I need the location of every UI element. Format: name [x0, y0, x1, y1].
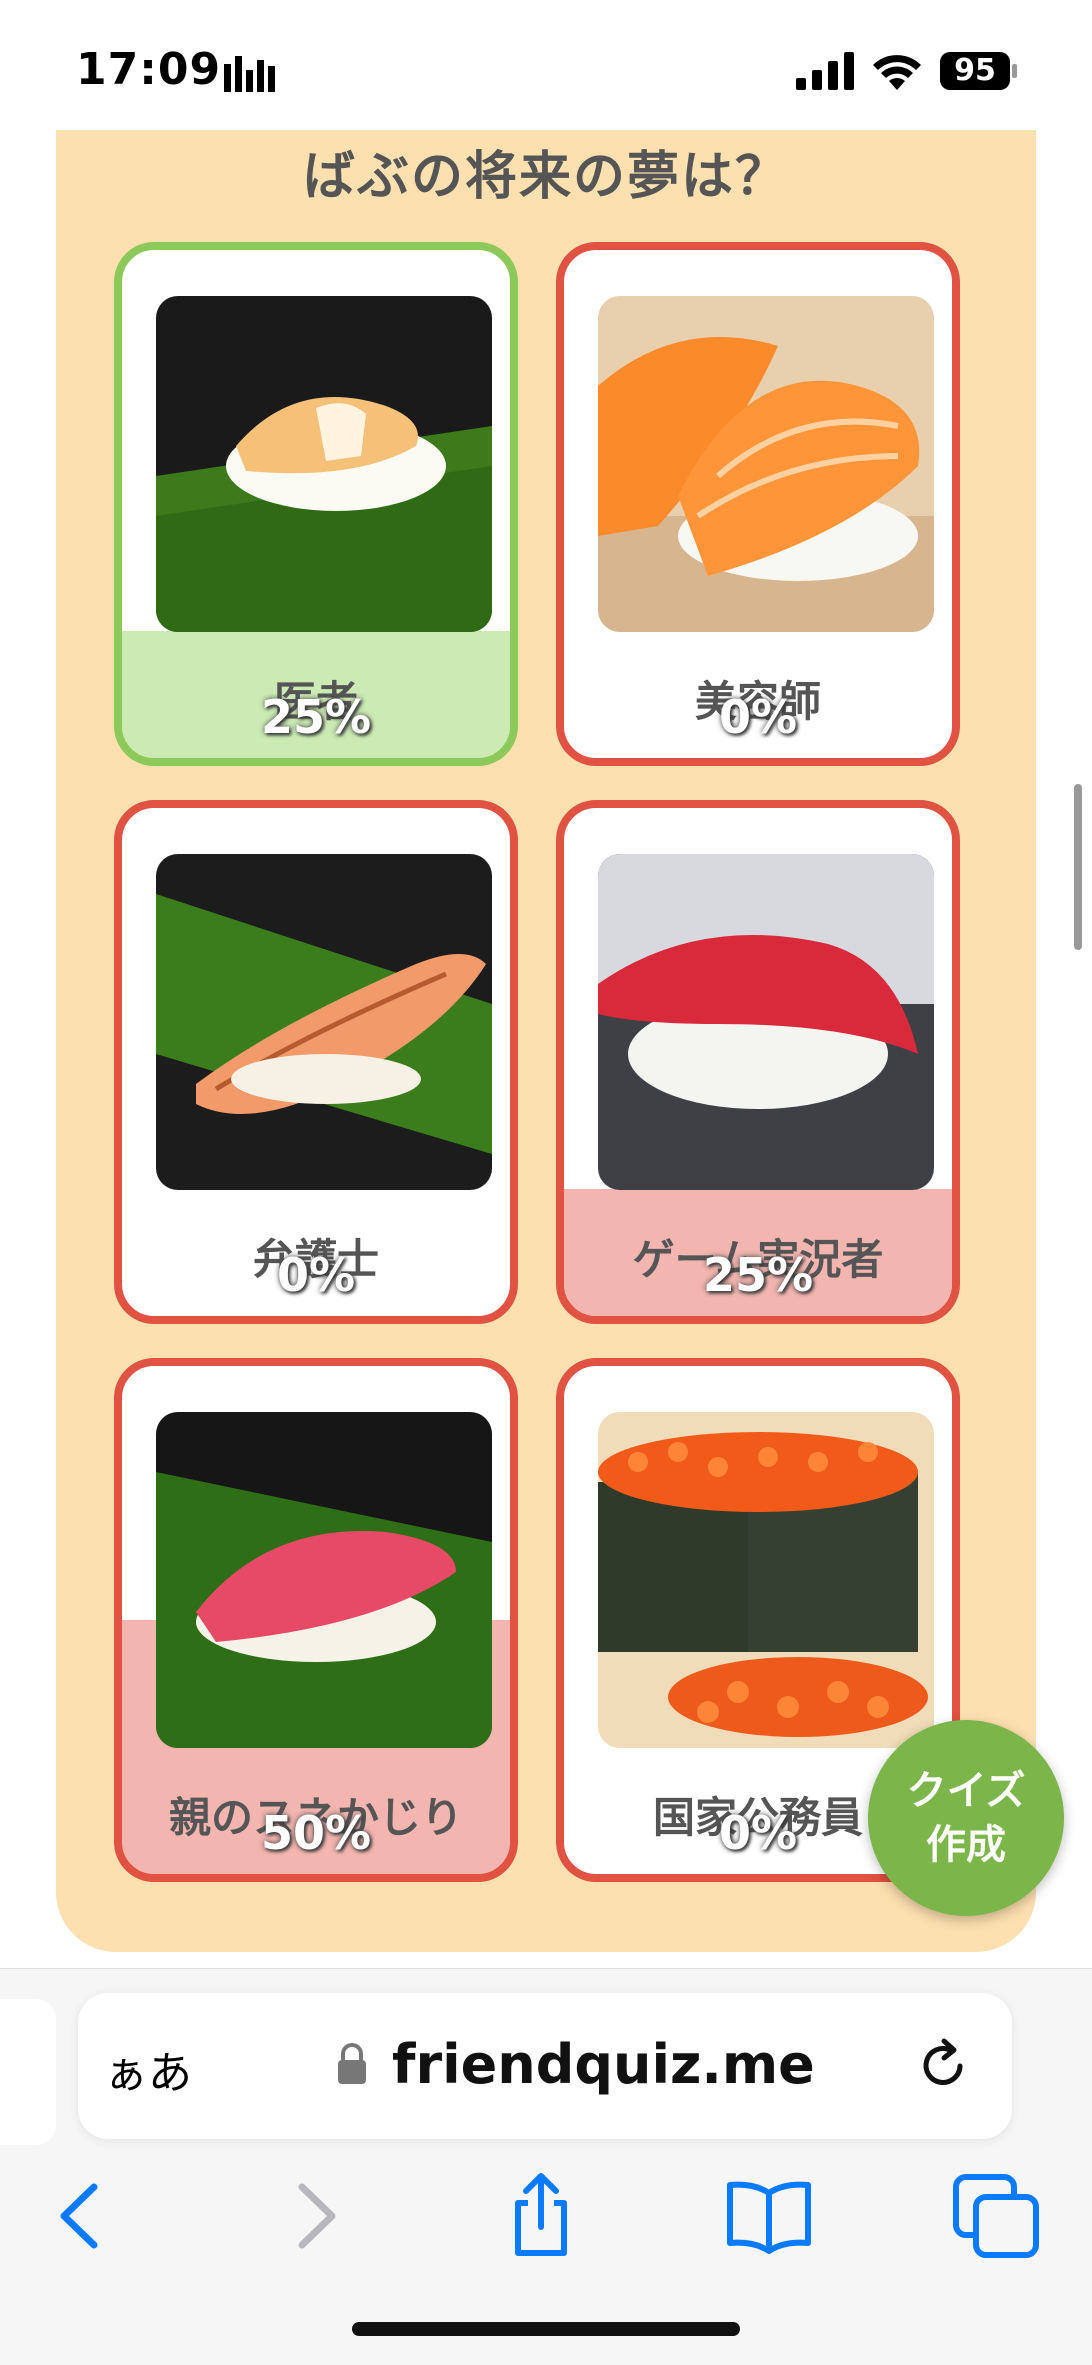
- option-percent: 0%: [276, 1248, 356, 1302]
- forward-icon[interactable]: [270, 2171, 360, 2261]
- question-title: ばぶの将来の夢は？: [302, 147, 789, 207]
- answer-card-1[interactable]: 医者 25%: [114, 242, 518, 766]
- create-quiz-button[interactable]: クイズ 作成: [868, 1720, 1064, 1916]
- sushi-ikura-image: [598, 1412, 934, 1748]
- tabs-icon[interactable]: [952, 2171, 1042, 2261]
- home-indicator: [352, 2322, 740, 2336]
- status-time: 17:09: [76, 44, 222, 95]
- previous-tab-edge[interactable]: [0, 1999, 56, 2145]
- answer-card-3[interactable]: 弁護士 0%: [114, 800, 518, 1324]
- sushi-seared-salmon-image: [156, 854, 492, 1190]
- reload-icon[interactable]: [914, 2037, 972, 2095]
- battery-indicator: 95: [940, 52, 1010, 90]
- battery-tip: [1012, 64, 1017, 78]
- share-icon[interactable]: [496, 2171, 586, 2261]
- option-percent: 25%: [702, 1248, 814, 1302]
- scrollbar[interactable]: [1074, 784, 1082, 950]
- sushi-tuna-image: [598, 854, 934, 1190]
- sushi-scallop-image: [156, 296, 492, 632]
- wifi-icon: [873, 55, 921, 90]
- sushi-salmon-image: [598, 296, 934, 632]
- option-percent: 50%: [260, 1806, 372, 1860]
- status-bar: 17:09 95: [0, 0, 1092, 140]
- answer-card-4[interactable]: ゲーム実況者 25%: [556, 800, 960, 1324]
- answer-card-5[interactable]: 親のスネかじり 50%: [114, 1358, 518, 1882]
- url-text[interactable]: friendquiz.me: [392, 2033, 815, 2096]
- page-settings-button[interactable]: ぁあ: [104, 2037, 192, 2101]
- create-quiz-line2: 作成: [926, 1822, 1006, 1868]
- option-percent: 0%: [718, 690, 798, 744]
- lock-icon: [338, 2043, 366, 2084]
- activity-bars-icon: [224, 56, 275, 92]
- sushi-otoro-image: [156, 1412, 492, 1748]
- option-percent: 25%: [260, 690, 372, 744]
- answer-card-2[interactable]: 美容師 0%: [556, 242, 960, 766]
- bookmarks-icon[interactable]: [724, 2171, 814, 2261]
- browser-toolbar: ぁあ friendquiz.me: [0, 1968, 1092, 2365]
- address-bar[interactable]: ぁあ friendquiz.me: [78, 1993, 1012, 2139]
- browser-navbar: [0, 2159, 1092, 2279]
- back-icon[interactable]: [36, 2171, 126, 2261]
- cellular-signal-icon: [796, 52, 854, 90]
- create-quiz-line1: クイズ: [906, 1768, 1026, 1814]
